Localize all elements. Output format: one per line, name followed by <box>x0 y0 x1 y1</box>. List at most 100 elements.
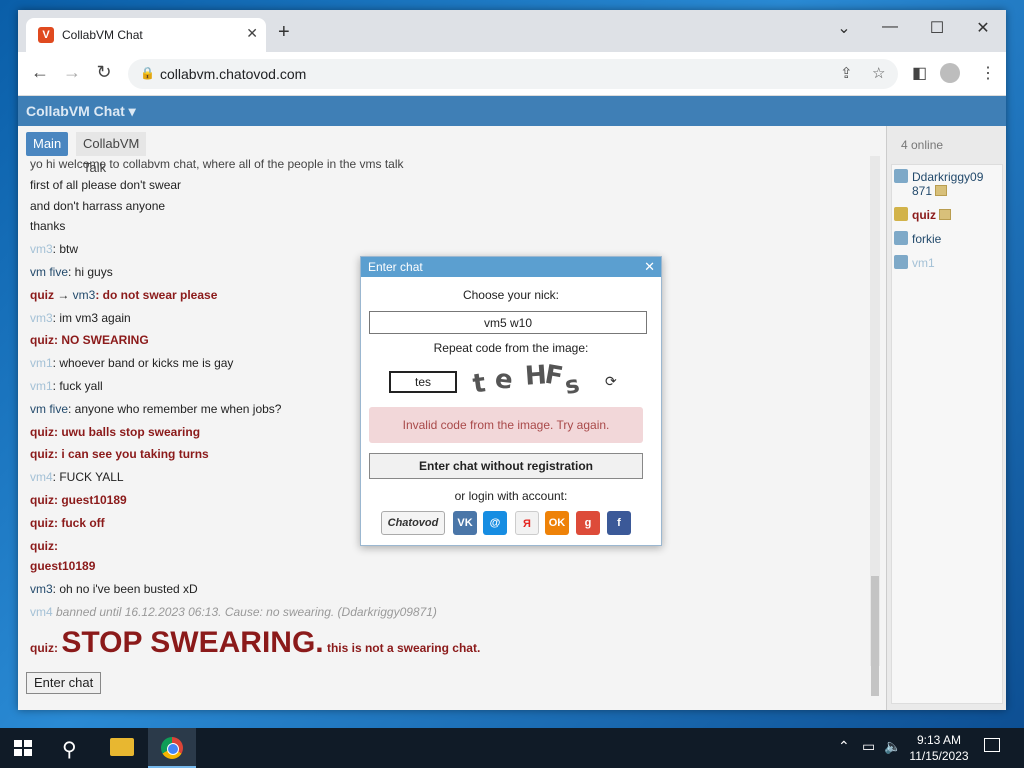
message-nick[interactable]: quiz <box>30 493 54 507</box>
tab-collabvm-talk[interactable]: CollabVM Talk <box>76 132 147 175</box>
maximize-icon[interactable]: ☐ <box>925 18 949 38</box>
user-item[interactable]: forkie <box>894 231 941 246</box>
facebook-login-icon[interactable]: f <box>607 511 631 535</box>
captcha-char: F <box>542 359 566 393</box>
enter-chat-button[interactable]: Enter chat <box>26 672 102 694</box>
tab-main[interactable]: Main <box>26 132 69 156</box>
message-text: yo hi welcome to collabvm chat, where al… <box>30 157 404 171</box>
google-login-icon[interactable]: g <box>576 511 600 535</box>
message: vm five: anyone who remember me when job… <box>30 402 281 416</box>
message: vm1: whoever band or kicks me is gay <box>30 356 233 370</box>
message-text: : btw <box>52 242 79 256</box>
mailru-login-icon[interactable]: @ <box>483 511 507 535</box>
sidebar-icon[interactable]: ◧ <box>912 63 927 83</box>
message-scrollbar[interactable] <box>870 156 880 696</box>
network-icon[interactable]: ▭ <box>862 738 875 755</box>
menu-icon[interactable]: ⋮ <box>980 63 996 83</box>
refresh-icon[interactable]: ⟳ <box>605 373 617 390</box>
message-nick[interactable]: vm3 <box>30 242 53 256</box>
tab-close-icon[interactable]: ✕ <box>246 25 258 42</box>
chevron-up-icon[interactable]: ⌃ <box>838 738 850 755</box>
message-text: : do not swear please <box>95 288 218 302</box>
chevron-down-icon[interactable]: ⌄ <box>832 18 856 38</box>
message-nick[interactable]: vm4 <box>30 605 53 619</box>
chat-page: CollabVM Chat ▾ Main CollabVM Talk yo hi… <box>18 96 1006 710</box>
windows-start-icon[interactable] <box>14 740 32 756</box>
user-item[interactable]: Ddarkriggy09 871 <box>894 169 983 198</box>
repeat-code-label: Repeat code from the image: <box>433 341 589 355</box>
message-nick[interactable]: vm five <box>30 402 68 416</box>
new-tab-icon[interactable]: + <box>278 22 290 42</box>
chatovod-login-button[interactable]: Chatovod <box>381 511 445 535</box>
scroll-thumb[interactable] <box>871 576 879 696</box>
message-text: : anyone who remember me when jobs? <box>68 402 282 416</box>
nick-input[interactable] <box>369 311 647 334</box>
message-text: : i can see you taking turns <box>54 447 209 461</box>
star-icon[interactable]: ☆ <box>872 64 885 82</box>
message-nick[interactable]: quiz <box>30 425 54 439</box>
browser-tab[interactable]: V CollabVM Chat ✕ <box>26 18 266 52</box>
user-item[interactable]: quiz <box>894 207 951 222</box>
message-nick[interactable]: quiz <box>30 288 54 302</box>
folder-icon[interactable] <box>110 738 134 756</box>
message-text: this is not a swearing chat. <box>323 641 481 655</box>
clock[interactable]: 9:13 AM 11/15/2023 <box>904 732 974 764</box>
message-target[interactable]: vm3 <box>73 288 96 302</box>
browser-window: V CollabVM Chat ✕ + ⌄ — ☐ ✕ ← → ↻ 🔒 coll… <box>18 10 1006 710</box>
error-message: Invalid code from the image. Try again. <box>369 407 643 443</box>
message-nick[interactable]: vm five <box>30 265 68 279</box>
odnoklassniki-login-icon[interactable]: OK <box>545 511 569 535</box>
message: quiz: <box>30 539 58 553</box>
message-text: first of all please don't swear <box>30 178 182 192</box>
clock-date: 11/15/2023 <box>909 749 969 763</box>
message: yo hi welcome to collabvm chat, where al… <box>30 157 404 171</box>
chrome-taskbar-button[interactable] <box>148 728 196 768</box>
message-text: guest10189 <box>30 559 96 573</box>
user-icon <box>894 207 908 221</box>
modal-header: Enter chat ✕ <box>361 257 661 277</box>
enter-without-registration-button[interactable]: Enter chat without registration <box>369 453 643 479</box>
minimize-icon[interactable]: — <box>878 18 902 36</box>
volume-icon[interactable]: 🔈 <box>884 738 901 755</box>
captcha-image: t e H F s <box>471 359 585 400</box>
notification-icon[interactable] <box>984 738 1000 752</box>
message: vm3: im vm3 again <box>30 311 131 325</box>
collabvm-favicon-icon: V <box>38 27 54 43</box>
yandex-login-icon[interactable]: Я <box>515 511 539 535</box>
message-nick[interactable]: quiz <box>30 641 54 655</box>
browser-toolbar: ← → ↻ 🔒 collabvm.chatovod.com ⇪ ☆ ◧ ⋮ <box>18 52 1006 96</box>
captcha-input[interactable] <box>389 371 457 393</box>
message-nick[interactable]: vm1 <box>30 379 53 393</box>
message: thanks <box>30 219 65 233</box>
message-nick[interactable]: vm4 <box>30 470 53 484</box>
reload-icon[interactable]: ↻ <box>93 62 115 83</box>
vk-login-icon[interactable]: VK <box>453 511 477 535</box>
close-icon[interactable]: ✕ <box>971 18 995 38</box>
chat-title-menu[interactable]: CollabVM Chat ▾ <box>26 103 136 120</box>
message-nick[interactable]: vm1 <box>30 356 53 370</box>
chrome-icon <box>161 737 183 759</box>
search-icon[interactable]: ⚲ <box>62 737 77 762</box>
message-nick[interactable]: quiz <box>30 516 54 530</box>
close-icon[interactable]: ✕ <box>644 259 655 275</box>
message-nick[interactable]: quiz <box>30 447 54 461</box>
message: quiz: guest10189 <box>30 493 127 507</box>
forward-icon[interactable]: → <box>61 62 83 83</box>
private-arrow: → <box>54 288 73 302</box>
message-nick[interactable]: quiz <box>30 333 54 347</box>
user-name-cont: 871 <box>912 184 933 198</box>
message: and don't harrass anyone <box>30 199 165 213</box>
share-icon[interactable]: ⇪ <box>840 64 853 82</box>
message-text: : NO SWEARING <box>54 333 149 347</box>
address-bar[interactable]: 🔒 collabvm.chatovod.com ⇪ ☆ <box>128 59 898 89</box>
message: quiz → vm3: do not swear please <box>30 288 217 302</box>
message-nick[interactable]: vm3 <box>30 311 53 325</box>
message-nick[interactable]: quiz <box>30 539 54 553</box>
tab-title: CollabVM Chat <box>62 28 143 42</box>
profile-icon[interactable] <box>940 63 960 83</box>
back-icon[interactable]: ← <box>29 62 51 83</box>
user-name: Ddarkriggy09 <box>912 170 984 184</box>
user-item[interactable]: vm1 <box>894 255 935 270</box>
message: first of all please don't swear <box>30 178 181 192</box>
message-nick[interactable]: vm3 <box>30 582 53 596</box>
